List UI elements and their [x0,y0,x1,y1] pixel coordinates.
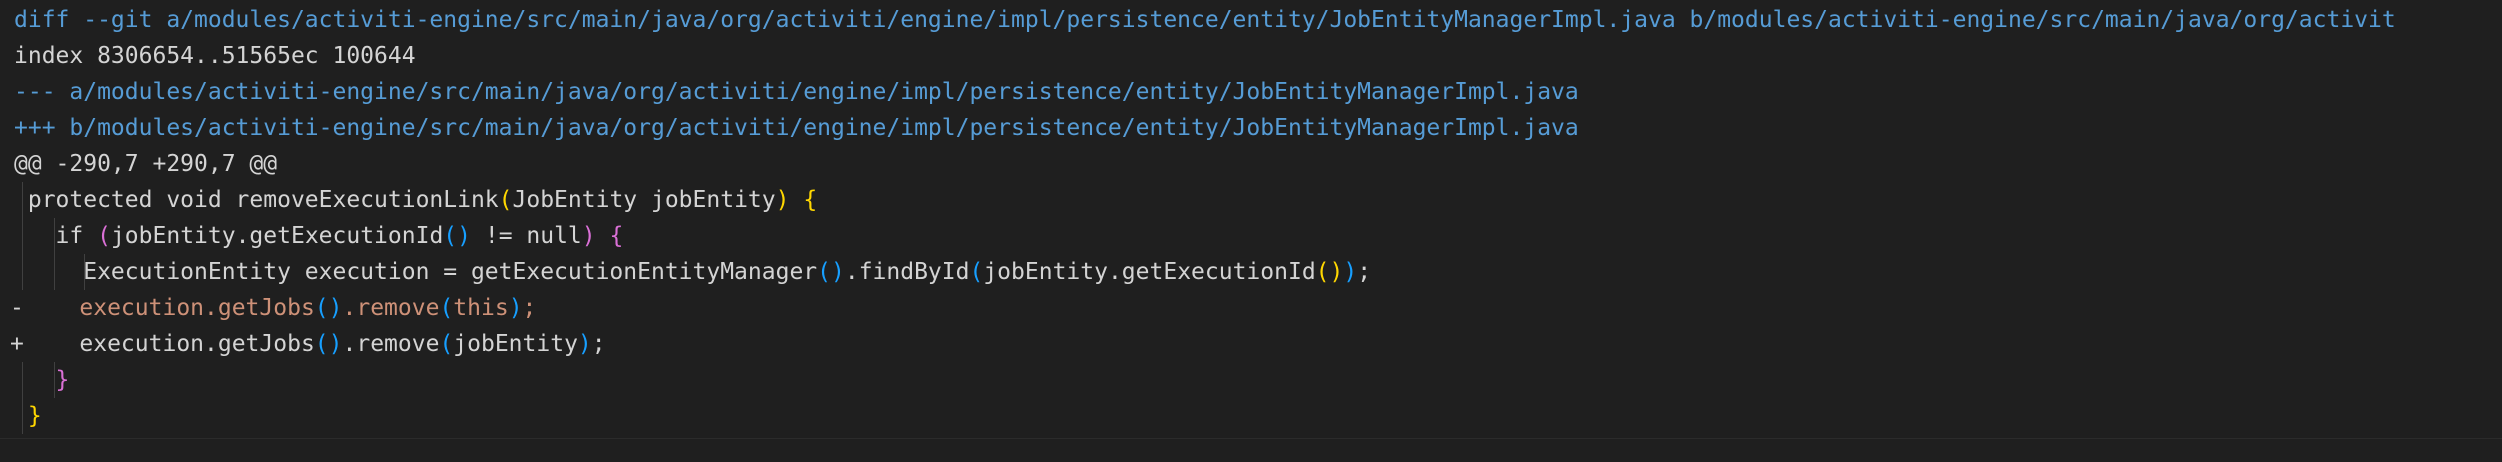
indent-guide [54,218,55,254]
diff-new-file-line: +++ b/modules/activiti-engine/src/main/j… [14,115,1579,141]
diff-plus-sign: + [10,331,24,357]
method-call: jobEntity.getExecutionId [110,223,444,249]
code-line-if-close: } [0,362,2502,398]
call-parens: () [817,259,845,285]
assignment: ExecutionEntity execution = getExecution… [14,259,818,285]
added-method: .remove [342,331,440,357]
indent-guide [84,254,85,290]
call-parens: () [314,295,343,321]
code-line-execution-assign: ExecutionEntity execution = getExecution… [0,254,2502,290]
indent-guide [22,182,23,218]
call-parens: () [314,331,343,357]
diff-old-file-line: --- a/modules/activiti-engine/src/main/j… [14,79,1579,105]
code-line-added: + execution.getJobs().remove(jobEntity); [0,326,2502,362]
diff-hunk-header: @@ -290,7 +290,7 @@ [14,151,278,177]
method-arg: jobEntity.getExecutionId [983,259,1316,285]
indent-guide [54,362,55,398]
indent-guide [22,362,23,398]
bottom-divider [0,438,2502,439]
diff-index-line: index 8306654..51565ec 100644 [14,43,416,69]
code-line-method-close: } [0,398,2502,434]
brace-close: } [14,403,42,429]
paren-close: ) [775,187,790,213]
method-args: JobEntity jobEntity [512,187,776,213]
method-call: .findById [844,259,970,285]
paren-close: ) [577,331,592,357]
brace-open: { [789,187,818,213]
paren-close: ) [508,295,523,321]
semicolon: ; [1357,259,1372,285]
if-keyword: if [14,223,98,249]
semicolon: ; [522,295,537,321]
diff-editor[interactable]: diff --git a/modules/activiti-engine/src… [0,0,2502,462]
condition: != null [471,223,582,249]
paren-open: ( [439,295,454,321]
paren-open: ( [969,259,984,285]
paren-open: ( [97,223,111,249]
paren-close: ) [581,223,596,249]
diff-lines: diff --git a/modules/activiti-engine/src… [0,2,2502,434]
diff-minus-sign: - [10,295,24,321]
diff-git-header: diff --git a/modules/activiti-engine/src… [14,7,2396,33]
removed-code: execution.getJobs [24,295,315,321]
indent-guide [54,254,55,290]
code-line-method-signature: protected void removeExecutionLink(JobEn… [0,182,2502,218]
code-line-if: if (jobEntity.getExecutionId() != null) … [0,218,2502,254]
semicolon: ; [591,331,606,357]
brace-open: { [595,223,624,249]
indent-guide [22,398,23,434]
paren-open: ( [498,187,513,213]
removed-method: .remove [342,295,440,321]
method-declaration: protected void removeExecutionLink [14,187,499,213]
added-code: execution.getJobs [24,331,315,357]
call-parens: () [1315,259,1344,285]
indent-guide [22,218,23,254]
code-line-removed: - execution.getJobs().remove(this); [0,290,2502,326]
paren-close: ) [1343,259,1358,285]
added-arg: jobEntity [453,331,578,357]
call-parens: () [443,223,471,249]
indent-guide [22,254,23,290]
paren-open: ( [439,331,454,357]
removed-arg: this [453,295,509,321]
